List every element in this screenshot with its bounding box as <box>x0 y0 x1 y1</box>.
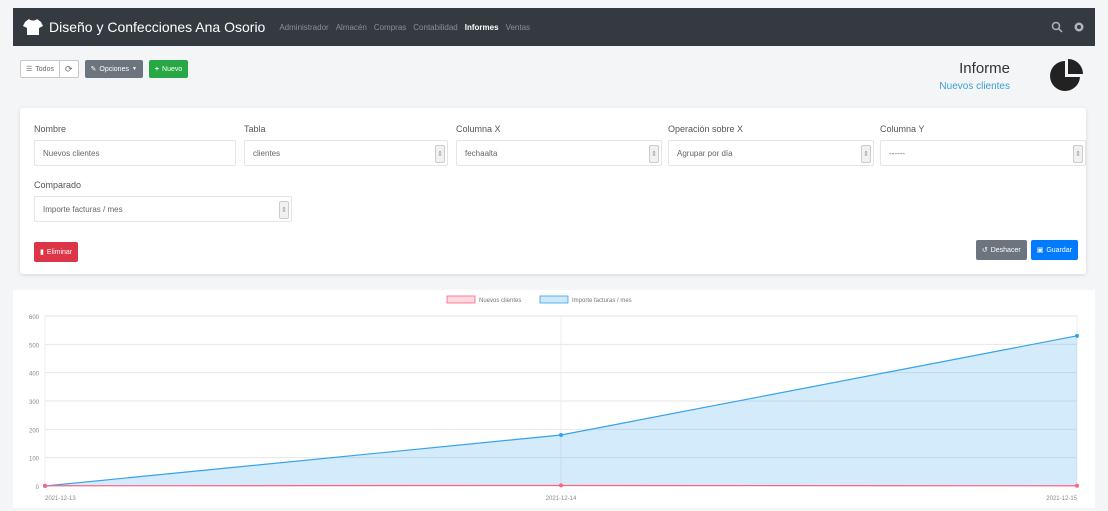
nav-informes[interactable]: Informes <box>465 23 499 32</box>
deshacer-button[interactable]: ↺ Deshacer <box>975 240 1027 260</box>
columna-y-field: Columna Y ------ ⇕ <box>880 124 1086 166</box>
operacion-x-label: Operación sobre X <box>668 124 744 134</box>
x-tick-label: 2021-12-15 <box>1046 496 1077 502</box>
chart-svg: 0 100 200 300 400 500 600 2021-12-13 2021-12-14 2… <box>29 295 1079 502</box>
nav-administrador[interactable]: Administrador <box>279 23 328 32</box>
select-arrow-icon: ⇕ <box>1073 145 1083 163</box>
page-header: Informe Nuevos clientes <box>939 60 1010 92</box>
columna-y-select[interactable]: ------ ⇕ <box>880 140 1086 166</box>
guardar-button[interactable]: ▣ Guardar <box>1030 240 1078 260</box>
todos-button-group: ☰ Todos ⟳ <box>20 60 79 78</box>
search-icon[interactable] <box>1051 21 1063 33</box>
legend-swatch <box>446 295 476 304</box>
series-importe-point <box>559 433 563 437</box>
page-title: Informe <box>959 60 1010 77</box>
series-nuevos-point <box>559 483 563 488</box>
y-tick-label: 400 <box>29 372 40 378</box>
nombre-label: Nombre <box>34 124 67 134</box>
plus-icon: + <box>154 65 160 73</box>
deshacer-label: Deshacer <box>990 246 1021 254</box>
todos-button[interactable]: ☰ Todos <box>20 60 60 78</box>
eliminar-label: Eliminar <box>46 248 73 256</box>
columna-y-value: ------ <box>889 148 905 158</box>
list-icon: ☰ <box>26 66 33 73</box>
brand-name: Diseño y Confecciones Ana Osorio <box>49 19 266 35</box>
x-tick-label: 2021-12-14 <box>546 496 577 502</box>
select-arrow-icon: ⇕ <box>861 145 871 163</box>
report-chart: 0 100 200 300 400 500 600 2021-12-13 2021-12-14 2… <box>13 290 1095 508</box>
operacion-x-field: Operación sobre X Agrupar por día ⇕ <box>668 124 874 166</box>
save-icon: ▣ <box>1036 247 1044 254</box>
comparado-label: Comparado <box>34 180 82 190</box>
tabla-value: clientes <box>253 148 281 158</box>
navbar: Diseño y Confecciones Ana Osorio Adminis… <box>13 8 1095 46</box>
legend-label: Importe facturas / mes <box>572 298 632 304</box>
y-tick-label: 100 <box>29 457 40 463</box>
brand[interactable]: Diseño y Confecciones Ana Osorio <box>23 18 265 36</box>
nav-compras[interactable]: Compras <box>374 23 406 32</box>
comparado-value: Importe facturas / mes <box>43 204 123 214</box>
operacion-x-select[interactable]: Agrupar por día ⇕ <box>668 140 874 166</box>
select-arrow-icon: ⇕ <box>435 145 445 163</box>
todos-label: Todos <box>35 65 54 73</box>
series-nuevos-point <box>1075 483 1079 488</box>
toolbar: ☰ Todos ⟳ ✎ Opciones ▼ + Nuevo <box>20 60 189 78</box>
series-nuevos-point <box>43 483 47 488</box>
nuevo-label: Nuevo <box>162 65 183 73</box>
legend-swatch <box>539 295 569 304</box>
nombre-value: Nuevos clientes <box>43 148 100 158</box>
y-tick-label: 0 <box>36 485 40 491</box>
opciones-label: Opciones <box>99 65 129 73</box>
columna-x-field: Columna X fechaalta ⇕ <box>456 124 662 166</box>
comparado-field: Comparado Importe facturas / mes ⇕ <box>34 180 292 222</box>
shirt-icon <box>23 19 43 35</box>
tabla-label: Tabla <box>244 124 266 134</box>
y-tick-label: 200 <box>29 428 40 434</box>
columna-y-label: Columna Y <box>880 124 925 134</box>
nuevo-button[interactable]: + Nuevo <box>148 60 189 78</box>
nombre-field: Nombre Nuevos clientes <box>34 124 236 166</box>
y-tick-label: 300 <box>29 400 40 406</box>
refresh-button[interactable]: ⟳ <box>59 60 79 78</box>
nav-contabilidad[interactable]: Contabilidad <box>413 23 457 32</box>
y-tick-label: 500 <box>29 343 40 349</box>
guardar-label: Guardar <box>1046 246 1072 254</box>
select-arrow-icon: ⇕ <box>649 145 659 163</box>
comparado-select[interactable]: Importe facturas / mes ⇕ <box>34 196 292 222</box>
x-tick-label: 2021-12-13 <box>45 496 76 502</box>
tabla-select[interactable]: clientes ⇕ <box>244 140 448 166</box>
columna-x-label: Columna X <box>456 124 501 134</box>
refresh-icon: ⟳ <box>64 63 73 74</box>
nombre-input[interactable]: Nuevos clientes <box>34 140 236 166</box>
card-actions: ↺ Deshacer ▣ Guardar <box>975 240 1078 260</box>
settings-icon[interactable] <box>1073 21 1085 33</box>
wrench-icon: ✎ <box>90 66 97 73</box>
columna-x-select[interactable]: fechaalta ⇕ <box>456 140 662 166</box>
y-tick-label: 600 <box>29 315 40 321</box>
trash-icon: ▮ <box>40 249 44 256</box>
legend-label: Nuevos clientes <box>479 298 521 304</box>
tabla-field: Tabla clientes ⇕ <box>244 124 448 166</box>
nav-ventas[interactable]: Ventas <box>506 23 530 32</box>
page-subtitle[interactable]: Nuevos clientes <box>939 81 1010 92</box>
opciones-button[interactable]: ✎ Opciones ▼ <box>84 60 143 78</box>
pie-chart-icon <box>1050 59 1083 91</box>
undo-icon: ↺ <box>981 247 988 254</box>
report-form-card: Nombre Nuevos clientes Tabla clientes ⇕ C… <box>20 108 1086 274</box>
operacion-x-value: Agrupar por día <box>677 148 733 158</box>
nav-almacen[interactable]: Almacén <box>336 23 367 32</box>
columna-x-value: fechaalta <box>465 148 498 158</box>
eliminar-button[interactable]: ▮ Eliminar <box>34 242 79 262</box>
series-importe-point <box>1075 333 1079 338</box>
chevron-down-icon: ▼ <box>131 66 137 72</box>
select-arrow-icon: ⇕ <box>279 201 289 219</box>
